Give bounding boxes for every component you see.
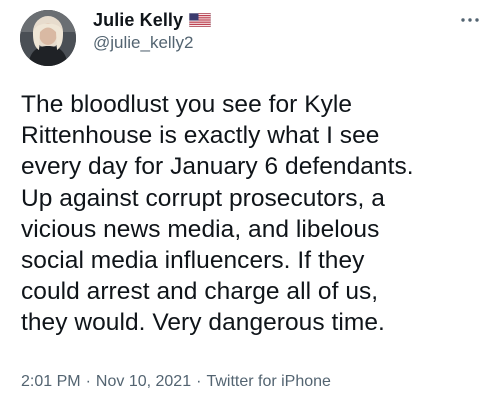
avatar[interactable] — [20, 10, 76, 66]
tweet-header: Julie Kelly @julie_kelly2 — [20, 8, 212, 68]
author-handle[interactable]: @julie_kelly2 — [93, 33, 211, 53]
display-name-row: Julie Kelly — [93, 10, 212, 31]
author-names: Julie Kelly @julie_kelly2 — [93, 10, 212, 53]
tweet-card: Julie Kelly @julie_kelly2 The bloodlust … — [0, 0, 500, 406]
us-flag-icon — [189, 13, 212, 27]
meta-separator: · — [196, 373, 202, 390]
tweet-text: The bloodlust you see for Kyle Rittenhou… — [21, 91, 414, 337]
meta-separator: · — [85, 373, 91, 390]
more-icon[interactable] — [458, 10, 482, 30]
tweet-meta: 2:01 PM · Nov 10, 2021 · Twitter for iPh… — [21, 373, 331, 391]
display-name[interactable]: Julie Kelly — [93, 10, 183, 31]
profile-photo — [20, 10, 76, 66]
tweet-date[interactable]: Nov 10, 2021 — [96, 373, 191, 391]
tweet-source[interactable]: Twitter for iPhone — [206, 373, 331, 391]
tweet-time[interactable]: 2:01 PM — [21, 373, 81, 391]
